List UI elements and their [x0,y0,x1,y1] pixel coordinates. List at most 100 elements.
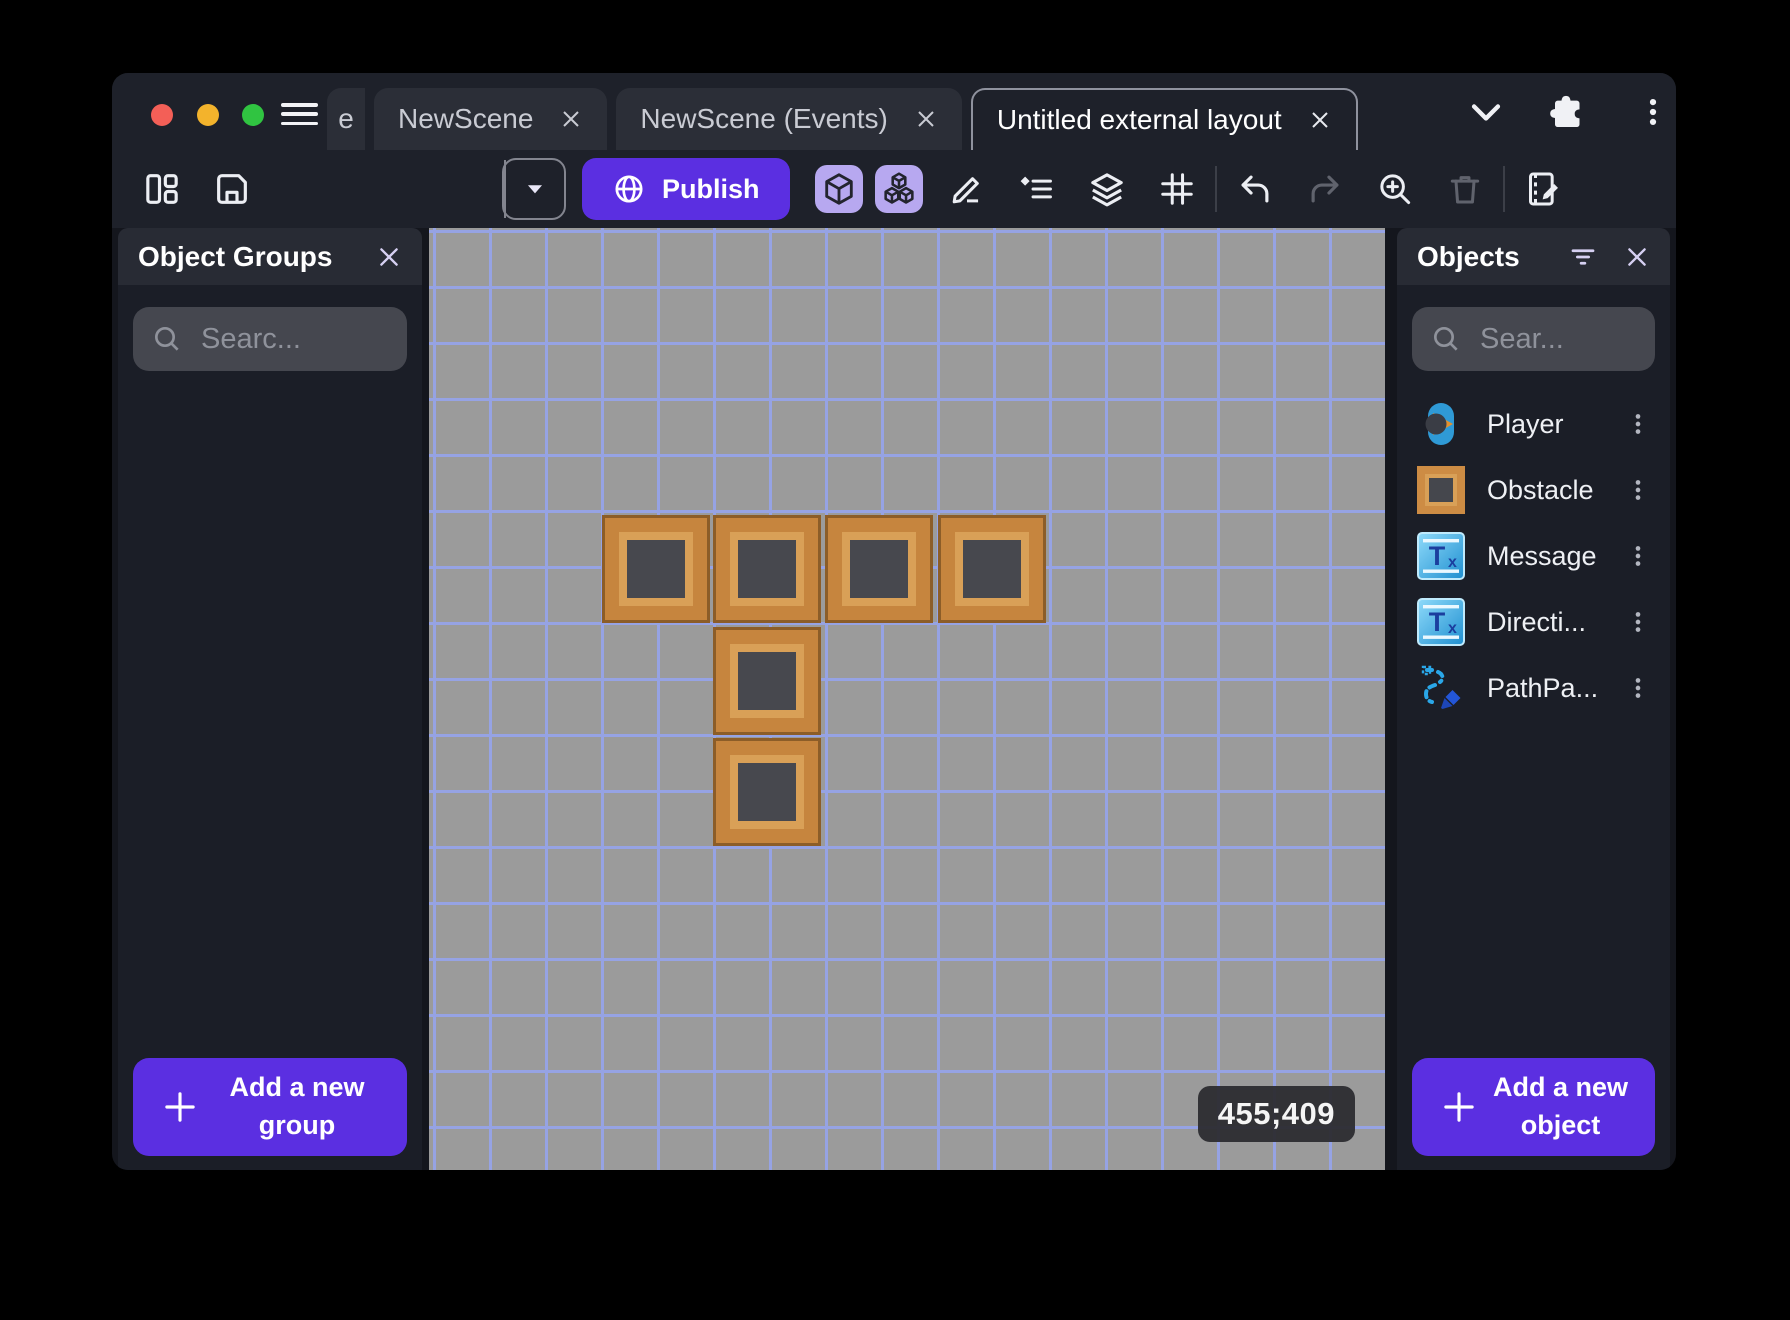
obstacle-instance[interactable] [825,515,933,623]
tab-truncated[interactable]: e [327,88,365,150]
tab-newscene[interactable]: NewScene [374,88,607,150]
add-group-label-line2: group [259,1110,335,1140]
object-label: Obstacle [1487,475,1594,506]
plus-icon [159,1086,201,1128]
svg-text:T: T [1429,607,1446,637]
objects-list: Player Obstacle [1397,391,1670,721]
globe-icon [612,172,646,206]
toolbar-divider [1215,166,1217,212]
svg-text:x: x [1448,554,1457,571]
search-input[interactable] [1480,323,1637,356]
object-menu-kebab-icon[interactable] [1624,608,1652,636]
objects-panel-header: Objects [1397,228,1670,285]
object-row-path-painter[interactable]: PathPa... [1397,655,1670,721]
scene-properties-edit-icon[interactable] [1517,163,1569,215]
zoom-in-icon[interactable] [1369,163,1421,215]
close-icon[interactable] [1624,244,1650,270]
app-window: e NewScene NewScene (Events) Untitled ex… [112,73,1676,1170]
object-label: PathPa... [1487,673,1598,704]
object-row-directions[interactable]: T x Directi... [1397,589,1670,655]
tab-label: NewScene [398,103,533,135]
search-icon [151,323,183,355]
object-menu-kebab-icon[interactable] [1624,410,1652,438]
object-groups-panel-header: Object Groups [118,228,422,285]
toolbar-divider [1503,166,1505,212]
instances-properties-list-icon[interactable] [1011,163,1063,215]
cube-icon [821,171,857,207]
object-menu-kebab-icon[interactable] [1624,542,1652,570]
window-menu-kebab-icon[interactable] [1636,73,1670,150]
tab-label: e [338,103,354,135]
add-group-button[interactable]: Add a new group [133,1058,407,1156]
tab-newscene-events[interactable]: NewScene (Events) [616,88,961,150]
panels-layout-icon[interactable] [136,163,188,215]
scene-canvas[interactable]: 455;409 [429,228,1385,1170]
svg-text:T: T [1429,541,1446,571]
tab-label: NewScene (Events) [640,103,887,135]
object-menu-kebab-icon[interactable] [1624,674,1652,702]
text-object-icon: T x [1417,532,1465,580]
undo-icon[interactable] [1229,163,1281,215]
tabs-overflow-chevron-icon[interactable] [1464,73,1508,150]
tab-close-icon[interactable] [914,107,938,131]
object-row-obstacle[interactable]: Obstacle [1397,457,1670,523]
object-row-message[interactable]: T x Message [1397,523,1670,589]
search-input[interactable] [201,323,389,356]
obstacle-instance[interactable] [602,515,710,623]
redo-icon[interactable] [1299,163,1351,215]
instances-list-toggle[interactable] [875,165,923,213]
object-groups-panel: Object Groups Add a new [118,228,422,1170]
editor-main-area: Object Groups Add a new [112,228,1676,1170]
title-bar: e NewScene NewScene (Events) Untitled ex… [112,73,1676,150]
extensions-puzzle-icon[interactable] [1546,73,1586,150]
tab-strip: e NewScene NewScene (Events) Untitled ex… [327,88,1358,150]
tab-label: Untitled external layout [997,104,1282,136]
plus-icon [1438,1086,1480,1128]
publish-label: Publish [662,174,760,205]
main-menu-icon[interactable] [281,103,318,125]
obstacle-instance[interactable] [713,515,821,623]
add-object-button[interactable]: Add a new object [1412,1058,1655,1156]
delete-trash-icon[interactable] [1439,163,1491,215]
preview-button[interactable]: Preview [502,158,566,220]
object-label: Message [1487,541,1597,572]
objects-editor-toggle[interactable] [815,165,863,213]
tab-close-icon[interactable] [1308,108,1332,132]
window-minimize-button[interactable] [197,104,219,126]
object-label: Directi... [1487,607,1586,638]
obstacle-instance[interactable] [713,738,821,846]
obstacle-object-icon [1417,466,1465,514]
panel-title: Object Groups [138,241,332,273]
grid-icon[interactable] [1151,163,1203,215]
svg-text:x: x [1448,620,1457,637]
objects-search[interactable] [1412,307,1655,371]
path-object-icon [1417,664,1465,712]
save-icon[interactable] [206,163,258,215]
obstacle-instance[interactable] [713,627,821,735]
panel-title: Objects [1417,241,1520,273]
filter-icon[interactable] [1568,242,1598,272]
preview-options-caret-icon[interactable] [506,160,564,218]
search-icon [1430,323,1462,355]
publish-button[interactable]: Publish [582,158,790,220]
window-zoom-button[interactable] [242,104,264,126]
edit-pencil-icon[interactable] [941,163,993,215]
tab-untitled-external-layout[interactable]: Untitled external layout [971,88,1358,150]
objects-panel: Objects [1397,228,1670,1170]
close-icon[interactable] [376,244,402,270]
object-label: Player [1487,409,1564,440]
object-menu-kebab-icon[interactable] [1624,476,1652,504]
layers-icon[interactable] [1081,163,1133,215]
object-groups-search[interactable] [133,307,407,371]
add-group-label-line1: Add a new [229,1072,364,1102]
obstacle-instance[interactable] [938,515,1046,623]
add-object-label-line1: Add a new [1493,1072,1628,1102]
player-object-icon [1417,400,1465,448]
tab-close-icon[interactable] [559,107,583,131]
cursor-coordinates-badge: 455;409 [1198,1086,1355,1142]
editor-toolbar: Preview Publish [112,150,1676,228]
object-row-player[interactable]: Player [1397,391,1670,457]
window-close-button[interactable] [151,104,173,126]
cubes-icon [881,171,917,207]
add-object-label-line2: object [1521,1110,1601,1140]
